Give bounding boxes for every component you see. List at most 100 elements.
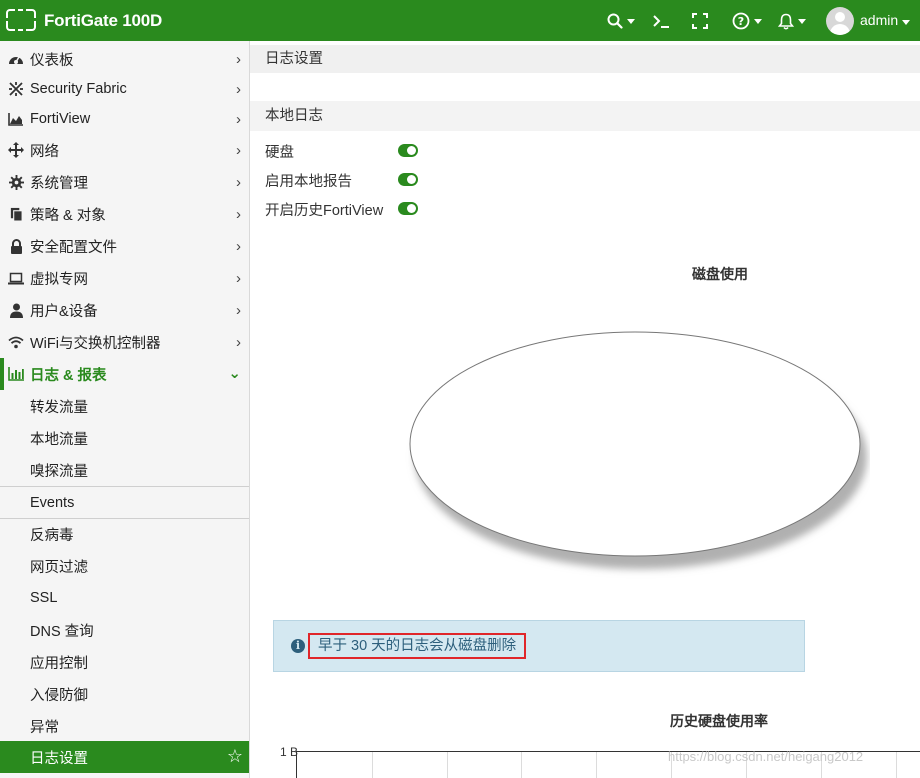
- historical-fortiview-toggle[interactable]: [398, 202, 418, 215]
- sidebar-item-label: 策略 & 对象: [30, 207, 106, 224]
- sidebar: 仪表板 › Security Fabric › FortiView › 网络 ›…: [0, 41, 250, 778]
- chart-area-icon: [8, 111, 24, 127]
- sidebar-item-label: 日志 & 报表: [30, 367, 107, 384]
- sidebar-item-system[interactable]: 系统管理 ›: [0, 166, 249, 198]
- top-bar: FortiGate 100D ? admin: [0, 0, 920, 41]
- sidebar-item-policy-objects[interactable]: 策略 & 对象 ›: [0, 198, 249, 230]
- sidebar-item-label: 应用控制: [30, 655, 88, 672]
- toggle-row-local-report: 启用本地报告: [265, 168, 352, 192]
- sidebar-item-security-fabric[interactable]: Security Fabric ›: [0, 73, 249, 105]
- sidebar-item-label: WiFi与交换机控制器: [30, 335, 161, 352]
- toggle-label: 开启历史FortiView: [265, 202, 384, 219]
- sidebar-item-network[interactable]: 网络 ›: [0, 134, 249, 166]
- sidebar-item-label: 系统管理: [30, 175, 88, 192]
- fullscreen-icon: [692, 13, 708, 29]
- network-arrows-icon: [8, 142, 24, 158]
- sidebar-item-label: 入侵防御: [30, 687, 88, 704]
- toggle-row-disk: 硬盘: [265, 139, 294, 163]
- sidebar-item-label: 仪表板: [30, 52, 74, 69]
- sidebar-item-label: 本地流量: [30, 431, 88, 448]
- sidebar-item-user-device[interactable]: 用户&设备 ›: [0, 294, 249, 326]
- fortinet-logo-icon[interactable]: [5, 8, 36, 31]
- sidebar-item-label: 网页过滤: [30, 559, 88, 576]
- chevron-right-icon: ›: [236, 238, 241, 255]
- sidebar-item-label: SSL: [30, 590, 58, 606]
- search-menu[interactable]: [607, 10, 635, 32]
- help-icon: ?: [732, 12, 750, 30]
- sidebar-item-label: 日志设置: [30, 750, 88, 767]
- chevron-right-icon: ›: [236, 51, 241, 68]
- local-report-toggle[interactable]: [398, 173, 418, 186]
- section-title-local-log: 本地日志: [250, 101, 920, 131]
- dashboard-icon: [8, 51, 24, 67]
- chevron-right-icon: ›: [236, 270, 241, 287]
- chevron-right-icon: ›: [236, 302, 241, 319]
- sidebar-subitem-dns-query[interactable]: DNS 查询: [0, 614, 249, 646]
- sidebar-item-label: 嗅探流量: [30, 463, 88, 480]
- sidebar-item-label: 安全配置文件: [30, 239, 117, 256]
- toggle-label: 启用本地报告: [265, 173, 352, 190]
- sidebar-subitem-web-filter[interactable]: 网页过滤: [0, 550, 249, 582]
- info-alert: i 早于 30 天的日志会从磁盘删除: [273, 620, 805, 672]
- sidebar-subitem-local-traffic[interactable]: 本地流量: [0, 422, 249, 454]
- laptop-icon: [8, 270, 24, 286]
- sidebar-item-label: FortiView: [30, 111, 91, 127]
- user-avatar-icon[interactable]: [826, 7, 854, 35]
- wifi-icon: [8, 334, 24, 350]
- sidebar-item-label: 转发流量: [30, 399, 88, 416]
- svg-text:?: ?: [738, 15, 744, 28]
- sidebar-subitem-log-settings[interactable]: 日志设置 ☆: [0, 741, 249, 773]
- chevron-right-icon: ›: [236, 111, 241, 128]
- sidebar-item-vpn[interactable]: 虚拟专网 ›: [0, 262, 249, 294]
- sidebar-item-label: 网络: [30, 143, 59, 160]
- watermark-text: https://blog.csdn.net/heigang2012: [668, 749, 864, 764]
- lock-icon: [8, 238, 24, 254]
- device-name[interactable]: FortiGate 100D: [44, 11, 162, 31]
- chevron-right-icon: ›: [236, 206, 241, 223]
- notifications-menu[interactable]: [778, 10, 806, 32]
- info-icon: i: [291, 639, 305, 653]
- sidebar-item-wifi-switch[interactable]: WiFi与交换机控制器 ›: [0, 326, 249, 358]
- username-label: admin: [860, 12, 899, 28]
- sidebar-subitem-sniffer-traffic[interactable]: 嗅探流量: [0, 454, 249, 486]
- sidebar-subitem-anomaly[interactable]: 异常: [0, 710, 249, 742]
- disk-toggle[interactable]: [398, 144, 418, 157]
- user-icon: [8, 302, 24, 318]
- sidebar-item-label: Security Fabric: [30, 81, 127, 97]
- disk-usage-pie-chart[interactable]: [405, 331, 870, 591]
- bar-chart-icon: [8, 366, 24, 382]
- sidebar-item-dashboard[interactable]: 仪表板 ›: [0, 43, 249, 75]
- gear-icon: [8, 174, 24, 190]
- toggle-label: 硬盘: [265, 144, 294, 161]
- search-icon: [607, 13, 623, 29]
- sidebar-subitem-intrusion-prevention[interactable]: 入侵防御: [0, 678, 249, 710]
- toggle-row-historical-fortiview: 开启历史FortiView: [265, 197, 383, 221]
- help-menu[interactable]: ?: [732, 10, 762, 32]
- cli-console-button[interactable]: [652, 10, 670, 32]
- sidebar-subitem-app-control[interactable]: 应用控制: [0, 646, 249, 678]
- sidebar-subitem-antivirus[interactable]: 反病毒: [0, 518, 249, 550]
- sidebar-item-label: Events: [30, 494, 75, 511]
- chevron-right-icon: ›: [236, 174, 241, 191]
- main-content: 日志设置 本地日志 硬盘 启用本地报告 开启历史FortiView 磁盘使用 i…: [250, 41, 920, 778]
- sidebar-item-label: DNS 查询: [30, 623, 94, 640]
- terminal-icon: [653, 15, 669, 28]
- sidebar-item-label: 反病毒: [30, 528, 74, 544]
- fabric-icon: [8, 81, 24, 97]
- sidebar-item-fortiview[interactable]: FortiView ›: [0, 103, 249, 135]
- chevron-right-icon: ›: [236, 142, 241, 159]
- sidebar-item-label: 异常: [30, 719, 59, 736]
- chevron-right-icon: ›: [236, 334, 241, 351]
- sidebar-subitem-ssl[interactable]: SSL: [0, 582, 249, 614]
- favorite-star-icon[interactable]: ☆: [227, 746, 243, 767]
- policy-icon: [8, 206, 24, 222]
- chevron-down-icon: ⌄: [228, 365, 241, 382]
- fullscreen-button[interactable]: [692, 10, 708, 32]
- sidebar-item-label: 虚拟专网: [30, 271, 88, 288]
- sidebar-item-security-profiles[interactable]: 安全配置文件 ›: [0, 230, 249, 262]
- log-retention-message: 早于 30 天的日志会从磁盘删除: [308, 633, 527, 659]
- sidebar-subitem-events[interactable]: Events: [0, 486, 249, 518]
- sidebar-subitem-forward-traffic[interactable]: 转发流量: [0, 390, 249, 422]
- sidebar-item-log-report[interactable]: 日志 & 报表 ⌄: [0, 358, 249, 390]
- user-menu[interactable]: admin: [860, 12, 911, 28]
